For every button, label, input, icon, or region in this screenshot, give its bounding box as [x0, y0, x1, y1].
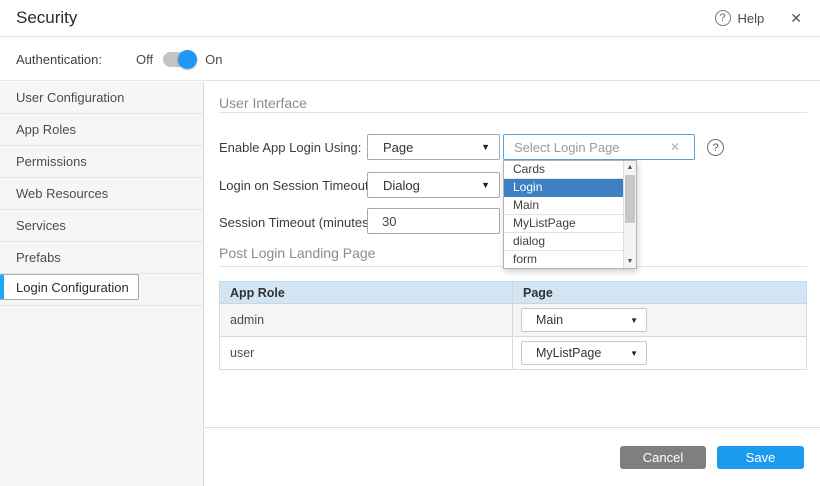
- toggle-off-label: Off: [136, 52, 153, 67]
- toggle-on-label: On: [205, 52, 222, 67]
- section-title-post-login: Post Login Landing Page: [219, 245, 375, 261]
- sidebar-item-permissions[interactable]: Permissions: [0, 146, 203, 178]
- enable-app-login-value: Page: [383, 140, 413, 155]
- table-header-row: App Role Page: [220, 282, 807, 304]
- dropdown-option-login[interactable]: Login: [504, 179, 623, 197]
- authentication-bar: Authentication: Off On: [0, 38, 820, 81]
- close-icon[interactable]: ✕: [790, 11, 802, 25]
- app-role-cell: user: [220, 337, 513, 370]
- dropdown-option-mylistpage[interactable]: MyListPage: [504, 215, 623, 233]
- dropdown-option-form[interactable]: form: [504, 251, 623, 269]
- scroll-up-icon[interactable]: ▲: [624, 161, 636, 174]
- chevron-down-icon: ▼: [481, 142, 490, 152]
- admin-page-select[interactable]: Main ▼: [521, 308, 647, 332]
- dropdown-list: Cards Login Main MyListPage dialog form: [504, 161, 623, 268]
- settings-sidebar: User Configuration App Roles Permissions…: [0, 82, 204, 486]
- scrollbar-thumb[interactable]: [625, 175, 635, 223]
- enable-app-login-label: Enable App Login Using:: [219, 140, 361, 155]
- help-link[interactable]: Help: [738, 11, 765, 26]
- enable-app-login-select[interactable]: Page ▼: [367, 134, 500, 160]
- session-timeout-mode-label: Login on Session Timeout:: [219, 178, 372, 193]
- cancel-button[interactable]: Cancel: [620, 446, 706, 469]
- sidebar-item-prefabs[interactable]: Prefabs: [0, 242, 203, 274]
- section-title-user-interface: User Interface: [219, 95, 307, 111]
- sidebar-item-services[interactable]: Services: [0, 210, 203, 242]
- chevron-down-icon: ▼: [630, 316, 638, 325]
- user-page-select[interactable]: MyListPage ▼: [521, 341, 647, 365]
- toggle-knob: [178, 50, 197, 69]
- column-header-app-role: App Role: [220, 282, 513, 304]
- chevron-down-icon: ▼: [630, 349, 638, 358]
- dropdown-option-dialog[interactable]: dialog: [504, 233, 623, 251]
- footer-divider: [205, 427, 820, 428]
- save-button[interactable]: Save: [717, 446, 804, 469]
- session-timeout-input[interactable]: [367, 208, 500, 234]
- sidebar-item-user-configuration[interactable]: User Configuration: [0, 82, 203, 114]
- session-timeout-mode-value: Dialog: [383, 178, 420, 193]
- dropdown-scrollbar[interactable]: ▲ ▼: [623, 161, 636, 268]
- admin-page-value: Main: [536, 313, 563, 327]
- dialog-header: Security ? Help ✕: [0, 0, 820, 37]
- session-timeout-label: Session Timeout (minutes):: [219, 215, 377, 230]
- table-row: admin Main ▼: [220, 304, 807, 337]
- dropdown-option-cards[interactable]: Cards: [504, 161, 623, 179]
- login-page-dropdown: Cards Login Main MyListPage dialog form …: [503, 160, 637, 269]
- session-timeout-mode-select[interactable]: Dialog ▼: [367, 172, 500, 198]
- login-page-input[interactable]: [514, 140, 664, 155]
- table-row: user MyListPage ▼: [220, 337, 807, 370]
- login-page-help-icon[interactable]: ?: [707, 139, 724, 156]
- landing-page-table: App Role Page admin Main ▼ user MyListPa…: [219, 281, 807, 370]
- authentication-label: Authentication:: [16, 52, 102, 67]
- sidebar-item-login-configuration[interactable]: Login Configuration: [0, 274, 139, 300]
- app-role-cell: admin: [220, 304, 513, 337]
- clear-icon[interactable]: ✕: [664, 140, 686, 154]
- page-cell: Main ▼: [513, 304, 807, 337]
- sidebar-item-app-roles[interactable]: App Roles: [0, 114, 203, 146]
- page-title: Security: [16, 8, 77, 28]
- user-page-value: MyListPage: [536, 346, 601, 360]
- scroll-down-icon[interactable]: ▼: [624, 255, 636, 268]
- login-page-combobox: ✕: [503, 134, 695, 160]
- section-divider: [219, 112, 807, 113]
- help-icon[interactable]: ?: [715, 10, 731, 26]
- authentication-toggle[interactable]: [163, 52, 195, 67]
- security-dialog: Security ? Help ✕ Authentication: Off On…: [0, 0, 820, 486]
- sidebar-item-web-resources[interactable]: Web Resources: [0, 178, 203, 210]
- column-header-page: Page: [513, 282, 807, 304]
- chevron-down-icon: ▼: [481, 180, 490, 190]
- page-cell: MyListPage ▼: [513, 337, 807, 370]
- dropdown-option-main[interactable]: Main: [504, 197, 623, 215]
